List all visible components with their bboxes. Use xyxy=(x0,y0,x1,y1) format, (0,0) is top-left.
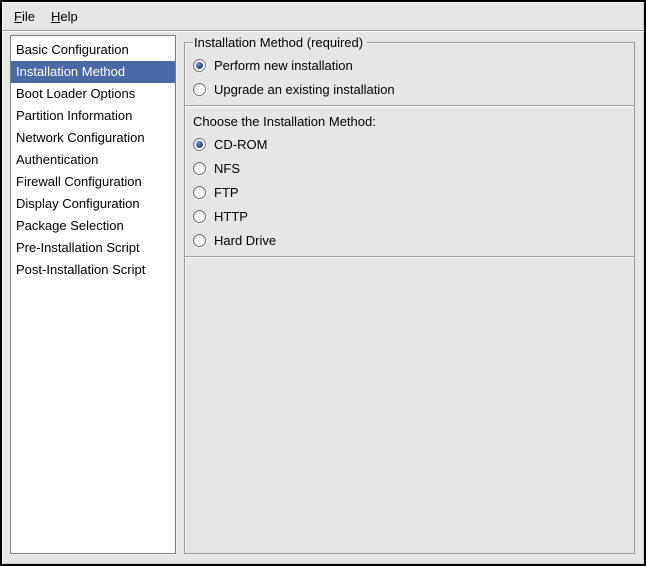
frame-title: Installation Method (required) xyxy=(193,35,367,50)
menu-file[interactable]: File xyxy=(6,6,43,27)
radio-button-icon xyxy=(193,186,206,199)
sidebar-item-post-installation-script[interactable]: Post-Installation Script xyxy=(11,259,175,281)
sidebar-item-package-selection[interactable]: Package Selection xyxy=(11,215,175,237)
sidebar-item-network-configuration[interactable]: Network Configuration xyxy=(11,127,175,149)
sidebar-item-label: Pre-Installation Script xyxy=(16,240,140,255)
sidebar-item-pre-installation-script[interactable]: Pre-Installation Script xyxy=(11,237,175,259)
sidebar-item-display-configuration[interactable]: Display Configuration xyxy=(11,193,175,215)
sidebar-item-basic-configuration[interactable]: Basic Configuration xyxy=(11,39,175,61)
radio-button-icon xyxy=(193,59,206,72)
menu-help[interactable]: Help xyxy=(43,6,86,27)
sidebar-item-label: Network Configuration xyxy=(16,130,145,145)
radio-upgrade-existing-installation[interactable]: Upgrade an existing installation xyxy=(193,77,626,101)
radio-label: CD-ROM xyxy=(214,137,267,152)
sidebar-item-label: Partition Information xyxy=(16,108,132,123)
radio-button-icon xyxy=(193,234,206,247)
section-list: Basic Configuration Installation Method … xyxy=(10,35,176,554)
sidebar-item-label: Basic Configuration xyxy=(16,42,129,57)
radio-button-icon xyxy=(193,162,206,175)
main-content: Basic Configuration Installation Method … xyxy=(2,31,644,563)
radio-button-icon xyxy=(193,210,206,223)
radio-cdrom[interactable]: CD-ROM xyxy=(193,132,626,156)
radio-hard-drive[interactable]: Hard Drive xyxy=(193,228,626,252)
sidebar-item-label: Boot Loader Options xyxy=(16,86,135,101)
radio-button-icon xyxy=(193,138,206,151)
radio-nfs[interactable]: NFS xyxy=(193,156,626,180)
sidebar-item-installation-method[interactable]: Installation Method xyxy=(11,61,175,83)
separator xyxy=(185,256,634,258)
sidebar-item-authentication[interactable]: Authentication xyxy=(11,149,175,171)
kickstart-configurator-window: File Help Basic Configuration Installati… xyxy=(0,0,646,566)
menu-bar: File Help xyxy=(2,2,644,31)
separator xyxy=(185,105,634,107)
radio-ftp[interactable]: FTP xyxy=(193,180,626,204)
radio-http[interactable]: HTTP xyxy=(193,204,626,228)
sidebar-item-label: Display Configuration xyxy=(16,196,140,211)
sidebar-item-label: Authentication xyxy=(16,152,98,167)
sidebar-item-partition-information[interactable]: Partition Information xyxy=(11,105,175,127)
sidebar-item-label: Firewall Configuration xyxy=(16,174,142,189)
radio-label: Upgrade an existing installation xyxy=(214,82,395,97)
radio-label: Hard Drive xyxy=(214,233,276,248)
radio-label: NFS xyxy=(214,161,240,176)
radio-label: Perform new installation xyxy=(214,58,353,73)
radio-button-icon xyxy=(193,83,206,96)
menu-help-label: Help xyxy=(51,9,78,24)
sidebar-item-label: Post-Installation Script xyxy=(16,262,145,277)
installation-method-frame: Installation Method (required) Perform n… xyxy=(184,35,635,554)
sidebar-item-firewall-configuration[interactable]: Firewall Configuration xyxy=(11,171,175,193)
radio-label: FTP xyxy=(214,185,239,200)
menu-file-label: File xyxy=(14,9,35,24)
radio-perform-new-installation[interactable]: Perform new installation xyxy=(193,53,626,77)
sidebar-item-label: Installation Method xyxy=(16,64,125,79)
sidebar-item-label: Package Selection xyxy=(16,218,124,233)
choose-method-label: Choose the Installation Method: xyxy=(193,114,626,129)
radio-label: HTTP xyxy=(214,209,248,224)
sidebar-item-boot-loader-options[interactable]: Boot Loader Options xyxy=(11,83,175,105)
